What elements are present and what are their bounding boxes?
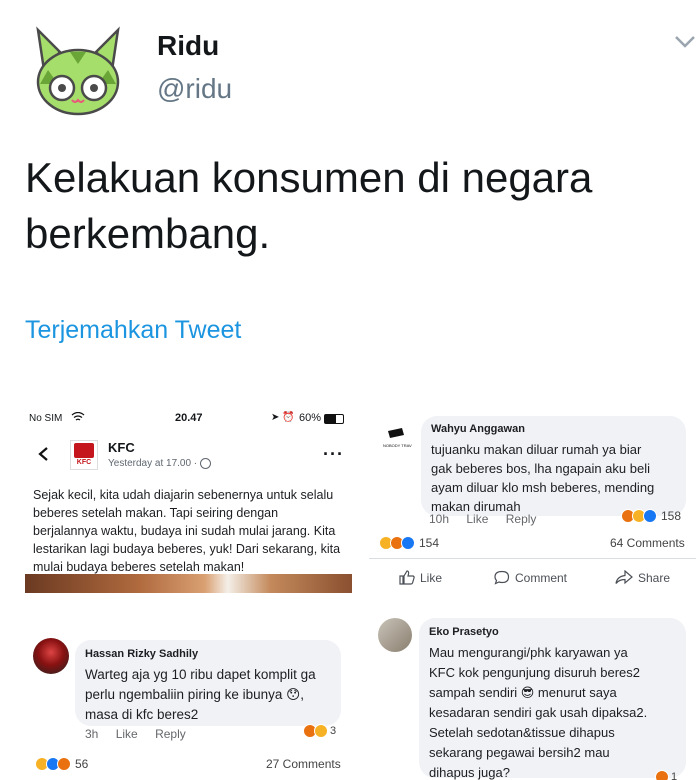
comment-line: Setelah sedotan&tissue dihapus (429, 725, 615, 740)
wifi-icon (71, 411, 85, 425)
comment-reply-button[interactable]: Reply (506, 512, 537, 526)
comment-line: masa di kfc beres2 (85, 707, 199, 722)
cat-avatar-icon (36, 26, 120, 116)
commenter-name[interactable]: Wahyu Anggawan (431, 423, 525, 435)
display-name[interactable]: Ridu (157, 30, 219, 62)
kfc-post-screenshot: No SIM 20.47 ➤ ⏰ 60% KFC KFC Yesterday a… (25, 410, 352, 593)
avatar[interactable]: NOBODY TRAVEL (379, 422, 413, 456)
comment-line: gak beberes bos, lha ngapain aku beli (431, 461, 650, 476)
comment-screenshot-eko: Eko Prasetyo Mau mengurangi/phk karyawan… (369, 612, 696, 780)
comment-line: ayam diluar klo msh beberes, mending (431, 480, 655, 495)
like-button[interactable]: Like (399, 570, 442, 585)
comment-reactions[interactable]: 158 (621, 509, 681, 523)
comments-count[interactable]: 64 Comments (610, 536, 685, 550)
avatar[interactable] (30, 26, 126, 120)
comment-meta: 10h Like Reply (429, 512, 550, 526)
avatar[interactable] (33, 638, 69, 674)
status-time: 20.47 (175, 412, 203, 424)
tweet-text-line: berkembang. (25, 210, 271, 257)
comment-reply-button[interactable]: Reply (155, 727, 186, 741)
comment-line: Warteg aja yg 10 ribu dapet komplit ga (85, 667, 316, 682)
like-label: Like (420, 570, 443, 585)
comment-label: Comment (515, 570, 568, 585)
comment-time: 3h (85, 727, 99, 741)
comment-line: sampah sendiri 😎 menurut saya (429, 685, 617, 700)
comment-text: Mau mengurangi/phk karyawan ya KFC kok p… (429, 643, 647, 780)
comment-bubble: Eko Prasetyo Mau mengurangi/phk karyawan… (419, 618, 686, 780)
battery-icon (324, 414, 344, 424)
svg-text:NOBODY TRAVEL: NOBODY TRAVEL (383, 443, 413, 448)
comment-line: sekarang pegawai bersih2 mau (429, 745, 610, 760)
commenter-name[interactable]: Eko Prasetyo (429, 626, 499, 638)
comment-screenshot-wahyu: NOBODY TRAVEL Wahyu Anggawan tujuanku ma… (369, 410, 696, 593)
more-options-icon[interactable]: ··· (323, 444, 344, 465)
share-label: Share (638, 570, 671, 585)
comment-like-button[interactable]: Like (466, 512, 488, 526)
comment-text: tujuanku makan diluar rumah ya biar gak … (431, 440, 654, 516)
kfc-logo[interactable]: KFC (70, 440, 98, 470)
comment-line: tujuanku makan diluar rumah ya biar (431, 442, 642, 457)
commenter-name[interactable]: Hassan Rizky Sadhily (85, 648, 198, 660)
back-icon[interactable] (37, 445, 49, 468)
post-reactions[interactable]: 154 (379, 536, 439, 550)
comment-meta: 3h Like Reply (85, 727, 200, 741)
location-alarm-icons: ➤ ⏰ (271, 412, 295, 423)
comment-line: kesadaran sendiri gak usah dipaksa2. (429, 705, 648, 720)
globe-icon (200, 458, 212, 469)
share-icon (615, 570, 633, 585)
post-reaction-count: 154 (419, 536, 440, 550)
post-reactions[interactable]: 56 (35, 757, 88, 771)
chevron-down-icon[interactable] (673, 34, 696, 50)
comment-reaction-count: 158 (661, 509, 682, 523)
kfc-logo-text: KFC (76, 459, 92, 466)
status-carrier: No SIM (29, 413, 63, 424)
comment-like-button[interactable]: Like (116, 727, 138, 741)
comment-reaction-count: 1 (671, 771, 678, 780)
cropped-toolbar (25, 612, 352, 614)
comment-bubble: Hassan Rizky Sadhily Warteg aja yg 10 ri… (75, 640, 341, 726)
divider (369, 558, 696, 559)
comment-reactions[interactable]: 3 (303, 724, 336, 738)
comment-text: Warteg aja yg 10 ribu dapet komplit ga p… (85, 665, 316, 725)
post-reaction-count: 56 (75, 757, 89, 771)
comment-line: dihapus juga? (429, 765, 510, 780)
comment-icon (494, 570, 510, 585)
tweet-text: Kelakuan konsumen di negara berkembang. (25, 150, 675, 262)
sad-reaction-icon (314, 724, 328, 738)
post-timestamp: Yesterday at 17.00 · (108, 458, 212, 469)
post-image-strip[interactable] (25, 574, 352, 593)
comment-line: Mau mengurangi/phk karyawan ya (429, 645, 628, 660)
comment-screenshot-hassan: Hassan Rizky Sadhily Warteg aja yg 10 ri… (25, 612, 352, 780)
comment-line: KFC kok pengunjung disuruh beres2 (429, 665, 641, 680)
comment-bubble: Wahyu Anggawan tujuanku makan diluar rum… (421, 416, 686, 516)
comment-line: perlu ngembaliin piring ke ibunya 😯, (85, 687, 304, 702)
comment-reactions[interactable]: 1 (655, 770, 677, 780)
like-reaction-icon (643, 509, 657, 523)
post-text: Sejak kecil, kita udah diajarin sebenern… (33, 488, 341, 574)
battery-percent: 60% (299, 412, 322, 424)
avatar[interactable] (378, 618, 412, 652)
comment-reaction-count: 3 (330, 725, 337, 737)
post-time-text: Yesterday at 17.00 · (108, 458, 198, 469)
comments-count[interactable]: 27 Comments (266, 757, 341, 771)
translate-tweet-link[interactable]: Terjemahkan Tweet (25, 316, 241, 345)
angry-reaction-icon (57, 757, 71, 771)
like-reaction-icon (401, 536, 415, 550)
comment-time: 10h (429, 512, 450, 526)
angry-reaction-icon (655, 770, 669, 780)
tweet-text-line: Kelakuan konsumen di negara (25, 154, 593, 201)
page-name[interactable]: KFC (108, 440, 135, 455)
share-button[interactable]: Share (615, 570, 670, 585)
user-handle[interactable]: @ridu (157, 73, 232, 105)
thumbs-up-icon (399, 570, 415, 585)
comment-button[interactable]: Comment (494, 570, 567, 585)
